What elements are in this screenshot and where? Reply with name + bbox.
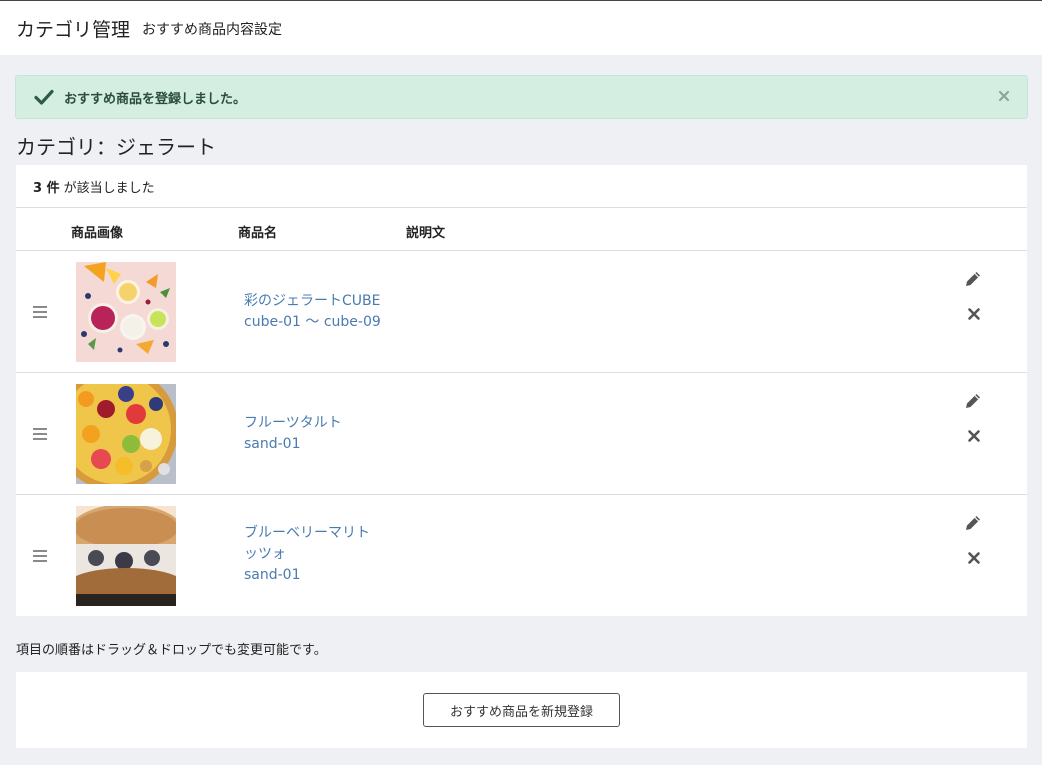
product-name-link[interactable]: フルーツタルト sand-01 bbox=[244, 413, 384, 455]
result-count: 3 件 が該当しました bbox=[16, 165, 1027, 208]
header-name: 商品名 bbox=[238, 226, 278, 241]
product-name-line: sand-01 bbox=[244, 567, 301, 583]
close-icon[interactable] bbox=[997, 89, 1011, 103]
pencil-icon[interactable] bbox=[963, 269, 983, 289]
close-icon[interactable] bbox=[967, 551, 981, 565]
header-image: 商品画像 bbox=[71, 226, 124, 241]
category-title: カテゴリ：ジェラート bbox=[16, 135, 216, 159]
drag-handle-icon[interactable] bbox=[33, 306, 47, 318]
page-subtitle: おすすめ商品内容設定 bbox=[142, 22, 283, 38]
product-name-line: ッツォ bbox=[244, 546, 286, 562]
table-row[interactable]: 彩のジェラートCUBE cube-01 〜 cube-09 bbox=[16, 251, 1027, 373]
product-name-line: sand-01 bbox=[244, 436, 301, 452]
reorder-note: 項目の順番はドラッグ＆ドロップでも変更可能です。 bbox=[16, 643, 327, 658]
table-header: 商品画像 商品名 説明文 bbox=[16, 208, 1027, 251]
gelato-cups-image bbox=[76, 262, 176, 362]
product-name-line: ブルーベリーマリト bbox=[244, 525, 370, 541]
product-name-line: 彩のジェラートCUBE bbox=[244, 293, 381, 309]
close-icon[interactable] bbox=[967, 307, 981, 321]
table-row[interactable]: ブルーベリーマリト ッツォ sand-01 bbox=[16, 495, 1027, 617]
product-name-line: cube-01 〜 cube-09 bbox=[244, 314, 381, 330]
footer-panel: おすすめ商品を新規登録 bbox=[16, 672, 1027, 748]
result-count-number: 3 件 bbox=[33, 180, 60, 196]
top-header: カテゴリ管理 おすすめ商品内容設定 bbox=[0, 0, 1042, 55]
drag-handle-icon[interactable] bbox=[33, 428, 47, 440]
product-name-line: フルーツタルト bbox=[244, 415, 342, 431]
alert-message: おすすめ商品を登録しました。 bbox=[64, 91, 247, 107]
result-count-suffix: が該当しました bbox=[63, 180, 155, 196]
pencil-icon[interactable] bbox=[963, 391, 983, 411]
product-name-link[interactable]: ブルーベリーマリト ッツォ sand-01 bbox=[244, 523, 384, 586]
header-description: 説明文 bbox=[406, 226, 446, 241]
check-icon bbox=[34, 89, 54, 105]
recommended-products-panel: 3 件 が該当しました 商品画像 商品名 説明文 彩のジェラートCUBE cub… bbox=[16, 165, 1027, 616]
add-recommended-button[interactable]: おすすめ商品を新規登録 bbox=[423, 693, 620, 727]
success-alert: おすすめ商品を登録しました。 bbox=[15, 75, 1028, 119]
pencil-icon[interactable] bbox=[963, 513, 983, 533]
table-row[interactable]: フルーツタルト sand-01 bbox=[16, 373, 1027, 495]
fruit-tart-image bbox=[76, 384, 176, 484]
page-title: カテゴリ管理 bbox=[16, 18, 131, 41]
blueberry-maritozzo-image bbox=[76, 506, 176, 606]
drag-handle-icon[interactable] bbox=[33, 550, 47, 562]
close-icon[interactable] bbox=[967, 429, 981, 443]
product-name-link[interactable]: 彩のジェラートCUBE cube-01 〜 cube-09 bbox=[244, 291, 384, 333]
